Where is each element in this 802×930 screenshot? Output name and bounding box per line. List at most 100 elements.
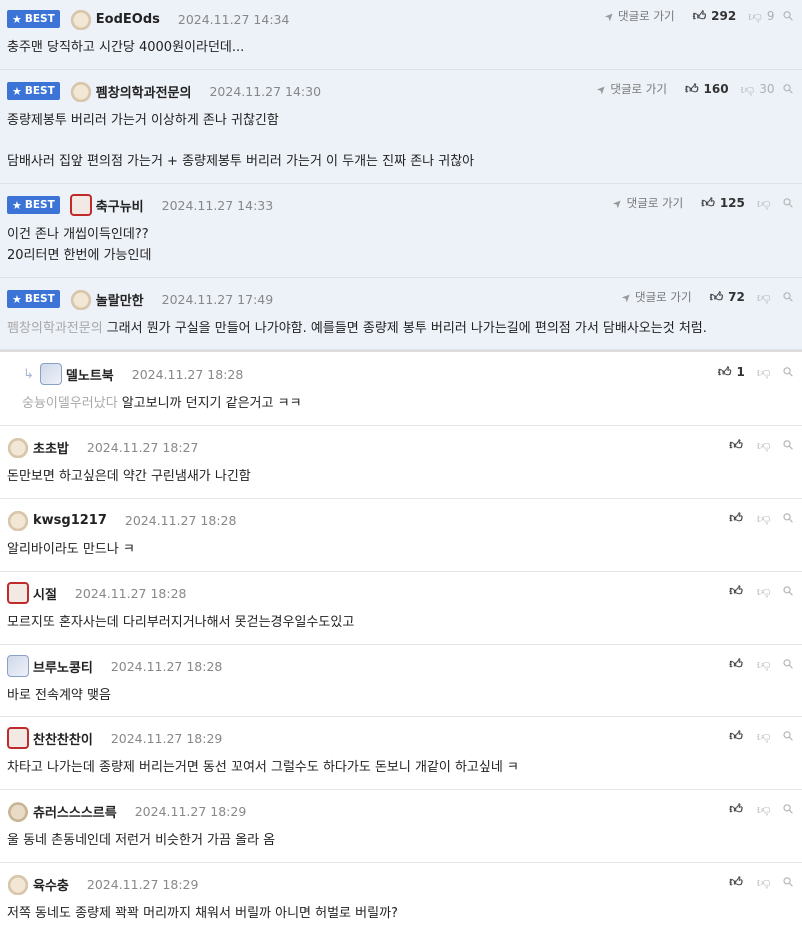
like-button[interactable]: 👍︎ 292 xyxy=(693,9,737,23)
comment-date: 2024.11.27 14:34 xyxy=(177,11,290,27)
nickname[interactable]: kwsg1217 xyxy=(33,513,107,528)
avatar[interactable] xyxy=(69,194,92,216)
nickname[interactable]: 놀랄만한 xyxy=(96,290,144,309)
thumbs-up-icon: 👍︎ xyxy=(729,510,743,526)
thumbs-down-icon: 👍︎ xyxy=(748,8,762,24)
like-button[interactable]: 👍︎ xyxy=(729,803,743,816)
dislike-button[interactable]: 👍︎ xyxy=(757,365,771,380)
nickname[interactable]: EodEOds xyxy=(96,12,160,27)
avatar[interactable] xyxy=(69,80,92,102)
comment-text: 이건 존나 개씹이득인데?? xyxy=(7,227,149,242)
thumbs-down-icon: 👍︎ xyxy=(740,81,755,97)
comment-text: 종량제봉투 버리러 가는거 이상하게 존나 귀찮긴함 xyxy=(7,113,279,128)
nickname[interactable]: 찬찬찬찬이 xyxy=(33,729,93,748)
link-icon[interactable]: ⚲ xyxy=(781,727,798,744)
comment-actions: 👍︎ 👍︎ ⚲ xyxy=(729,872,798,892)
dislike-button[interactable]: 👍︎ xyxy=(756,510,771,526)
star-icon: ★ xyxy=(12,84,22,98)
dislike-button[interactable]: 👍︎ xyxy=(757,729,771,744)
dislike-button[interactable]: 👍︎ xyxy=(757,802,771,817)
comment-actions: ➤ 댓글로 가기 👍︎ 292 👍︎ 9 ⚲ xyxy=(602,6,798,26)
avatar[interactable] xyxy=(7,800,29,822)
nickname[interactable]: 츄러스스스르륵 xyxy=(33,802,117,821)
thumbs-down-icon: 👍︎ xyxy=(756,510,771,526)
nickname[interactable]: 초초밥 xyxy=(33,438,69,457)
nickname[interactable]: 축구뉴비 xyxy=(96,196,144,215)
dislike-button[interactable]: 👍︎ xyxy=(756,195,771,211)
avatar[interactable] xyxy=(69,288,92,310)
comment-date: 2024.11.27 18:29 xyxy=(86,876,199,892)
comment-text: 돈만보면 하고싶은데 약간 구린냄새가 나긴함 xyxy=(7,469,251,484)
dislike-button[interactable]: 👍︎ xyxy=(757,290,771,305)
link-icon[interactable]: ⚲ xyxy=(781,7,798,24)
link-icon[interactable]: ⚲ xyxy=(781,288,798,305)
like-button[interactable]: 👍︎ 72 xyxy=(710,290,745,304)
dislike-button[interactable]: 👍︎ 9 xyxy=(748,8,774,24)
link-icon[interactable]: ⚲ xyxy=(781,363,798,380)
thumbs-up-icon: 👍︎ xyxy=(729,801,743,817)
nickname[interactable]: 브루노콩티 xyxy=(33,657,93,676)
dislike-button[interactable]: 👍︎ xyxy=(757,438,771,453)
reply-arrow-icon: ↳ xyxy=(23,366,34,382)
goto-comment-link[interactable]: ➤ 댓글로 가기 xyxy=(602,8,675,24)
goto-comment-link[interactable]: ➤ 댓글로 가기 xyxy=(619,289,692,305)
comment: kwsg1217 2024.11.27 18:28 👍︎ 👍︎ ⚲ 알리바이라도… xyxy=(0,499,802,572)
nickname[interactable]: 육수충 xyxy=(33,875,69,894)
mention[interactable]: 숭늉이델우러났다 xyxy=(22,396,118,411)
mention[interactable]: 펨창의학과전문의 xyxy=(7,321,103,336)
dislike-button[interactable]: 👍︎ xyxy=(757,875,771,890)
dislike-button[interactable]: 👍︎ xyxy=(757,584,771,599)
like-button[interactable]: 👍︎ 125 xyxy=(701,196,745,210)
like-button[interactable]: 👍︎ xyxy=(729,439,743,452)
comment-header: 육수충 2024.11.27 18:29 xyxy=(7,873,198,895)
comment-header: ↳ 델노트북 2024.11.27 18:28 xyxy=(7,363,243,385)
nickname[interactable]: 델노트북 xyxy=(66,365,114,384)
like-button[interactable]: 👍︎ 160 xyxy=(685,82,729,96)
thumbs-down-icon: 👍︎ xyxy=(756,656,771,672)
avatar[interactable] xyxy=(7,509,29,531)
star-icon: ★ xyxy=(12,12,22,26)
link-icon[interactable]: ⚲ xyxy=(781,436,798,453)
avatar[interactable] xyxy=(7,727,29,749)
avatar[interactable] xyxy=(7,582,29,604)
like-button[interactable]: 👍︎ 1 xyxy=(718,365,745,379)
like-button[interactable]: 👍︎ xyxy=(729,730,743,743)
comment-header: 찬찬찬찬이 2024.11.27 18:29 xyxy=(7,727,222,749)
like-button[interactable]: 👍︎ xyxy=(729,658,743,671)
comment-text: 모르지또 혼자사는데 다리부러지거나해서 못걷는경우일수도있고 xyxy=(7,615,355,630)
best-badge: ★ BEST xyxy=(7,10,60,28)
avatar[interactable] xyxy=(7,655,29,677)
like-button[interactable]: 👍︎ xyxy=(729,876,743,889)
comment-actions: 👍︎ 👍︎ ⚲ xyxy=(729,726,798,746)
nickname[interactable]: 펨창의학과전문의 xyxy=(96,82,192,101)
thumbs-up-icon: 👍︎ xyxy=(717,364,732,380)
link-icon[interactable]: ⚲ xyxy=(781,80,798,97)
comment-actions: 👍︎ 👍︎ ⚲ xyxy=(729,654,798,674)
avatar[interactable] xyxy=(39,363,62,385)
comment-text: 저쪽 동네도 종량제 꽉꽉 머리까지 채워서 버릴까 아니면 허벌로 버릴까? xyxy=(7,906,398,921)
like-button[interactable]: 👍︎ xyxy=(729,585,743,598)
link-icon[interactable]: ⚲ xyxy=(781,582,798,599)
reply-comment: ↳ 델노트북 2024.11.27 18:28 👍︎ 1 👍︎ ⚲ 숭늉이델우러났… xyxy=(0,350,802,426)
dislike-button[interactable]: 👍︎ 30 xyxy=(740,81,775,97)
thumbs-up-icon: 👍︎ xyxy=(684,81,699,97)
link-icon[interactable]: ⚲ xyxy=(781,800,798,817)
nickname[interactable]: 시절 xyxy=(33,584,57,603)
comment-actions: 👍︎ 1 👍︎ ⚲ xyxy=(718,362,798,382)
star-icon: ★ xyxy=(12,292,22,306)
avatar[interactable] xyxy=(7,436,29,458)
thumbs-down-icon: 👍︎ xyxy=(756,195,771,211)
goto-comment-link[interactable]: ➤ 댓글로 가기 xyxy=(594,81,667,97)
dislike-button[interactable]: 👍︎ xyxy=(756,656,771,672)
avatar[interactable] xyxy=(7,873,29,895)
link-icon[interactable]: ⚲ xyxy=(781,873,798,890)
link-icon[interactable]: ⚲ xyxy=(781,194,798,211)
like-button[interactable]: 👍︎ xyxy=(729,512,743,525)
link-icon[interactable]: ⚲ xyxy=(781,655,798,672)
link-icon[interactable]: ⚲ xyxy=(781,509,798,526)
comment: 시절 2024.11.27 18:28 👍︎ 👍︎ ⚲ 모르지또 혼자사는데 다… xyxy=(0,572,802,645)
goto-comment-link[interactable]: ➤ 댓글로 가기 xyxy=(610,195,683,211)
best-badge: ★ BEST xyxy=(7,290,60,308)
comment-date: 2024.11.27 18:28 xyxy=(131,366,244,382)
avatar[interactable] xyxy=(69,8,92,30)
